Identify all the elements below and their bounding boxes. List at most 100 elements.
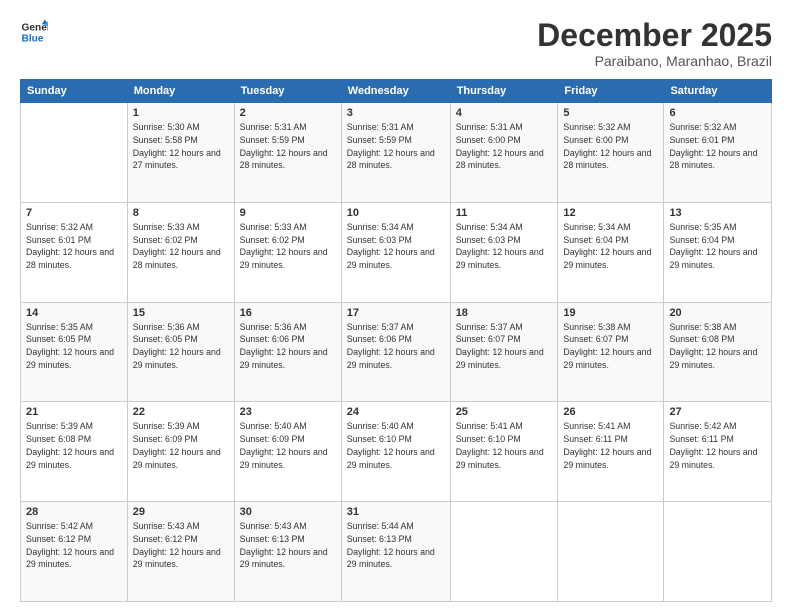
day-info: Sunrise: 5:39 AM Sunset: 6:09 PM Dayligh… xyxy=(133,420,229,471)
day-cell: 4 Sunrise: 5:31 AM Sunset: 6:00 PM Daylig… xyxy=(450,103,558,203)
day-number: 19 xyxy=(563,307,658,319)
day-cell: 18Sunrise: 5:37 AM Sunset: 6:07 PM Dayli… xyxy=(450,302,558,402)
day-info: Sunrise: 5:33 AM Sunset: 6:02 PM Dayligh… xyxy=(240,221,336,272)
day-number: 2 xyxy=(240,107,336,119)
day-cell: 28 Sunrise: 5:42 AM Sunset: 6:12 PM Dayli… xyxy=(21,502,128,602)
day-info: Sunrise: 5:42 AM Sunset: 6:11 PM Dayligh… xyxy=(669,420,766,471)
day-cell xyxy=(450,502,558,602)
day-cell: 20Sunrise: 5:38 AM Sunset: 6:08 PM Dayli… xyxy=(664,302,772,402)
svg-text:Blue: Blue xyxy=(22,33,44,44)
weekday-saturday: Saturday xyxy=(664,80,772,103)
day-number: 23 xyxy=(240,406,336,418)
day-info: Sunrise: 5:31 AM Sunset: 6:00 PM Dayligh… xyxy=(456,121,553,172)
day-number: 26 xyxy=(563,406,658,418)
day-number: 16 xyxy=(240,307,336,319)
day-number: 3 xyxy=(347,107,445,119)
day-info: Sunrise: 5:41 AM Sunset: 6:10 PM Dayligh… xyxy=(456,420,553,471)
day-cell: 3 Sunrise: 5:31 AM Sunset: 5:59 PM Daylig… xyxy=(341,103,450,203)
day-number: 6 xyxy=(669,107,766,119)
day-number: 31 xyxy=(347,506,445,518)
day-info: Sunrise: 5:37 AM Sunset: 6:06 PM Dayligh… xyxy=(347,321,445,372)
day-info: Sunrise: 5:34 AM Sunset: 6:03 PM Dayligh… xyxy=(456,221,553,272)
day-info: Sunrise: 5:43 AM Sunset: 6:13 PM Dayligh… xyxy=(240,520,336,571)
day-cell xyxy=(664,502,772,602)
day-cell: 16 Sunrise: 5:36 AM Sunset: 6:06 PM Dayli… xyxy=(234,302,341,402)
weekday-monday: Monday xyxy=(127,80,234,103)
day-info: Sunrise: 5:35 AM Sunset: 6:05 PM Dayligh… xyxy=(26,321,122,372)
day-info: Sunrise: 5:38 AM Sunset: 6:07 PM Dayligh… xyxy=(563,321,658,372)
logo-icon: General Blue xyxy=(20,18,48,46)
day-number: 22 xyxy=(133,406,229,418)
day-cell xyxy=(558,502,664,602)
day-info: Sunrise: 5:36 AM Sunset: 6:05 PM Dayligh… xyxy=(133,321,229,372)
day-number: 18 xyxy=(456,307,553,319)
weekday-friday: Friday xyxy=(558,80,664,103)
weekday-thursday: Thursday xyxy=(450,80,558,103)
logo: General Blue xyxy=(20,18,48,46)
day-info: Sunrise: 5:32 AM Sunset: 6:01 PM Dayligh… xyxy=(26,221,122,272)
weekday-sunday: Sunday xyxy=(21,80,128,103)
week-row-4: 21 Sunrise: 5:39 AM Sunset: 6:08 PM Dayli… xyxy=(21,402,772,502)
day-cell: 31 Sunrise: 5:44 AM Sunset: 6:13 PM Dayli… xyxy=(341,502,450,602)
day-cell: 15 Sunrise: 5:36 AM Sunset: 6:05 PM Dayli… xyxy=(127,302,234,402)
day-cell: 19 Sunrise: 5:38 AM Sunset: 6:07 PM Dayli… xyxy=(558,302,664,402)
day-cell: 11Sunrise: 5:34 AM Sunset: 6:03 PM Dayli… xyxy=(450,202,558,302)
day-number: 21 xyxy=(26,406,122,418)
location-subtitle: Paraibano, Maranhao, Brazil xyxy=(537,53,772,69)
day-info: Sunrise: 5:34 AM Sunset: 6:04 PM Dayligh… xyxy=(563,221,658,272)
title-block: December 2025 Paraibano, Maranhao, Brazi… xyxy=(537,18,772,69)
calendar-table: SundayMondayTuesdayWednesdayThursdayFrid… xyxy=(20,79,772,602)
week-row-3: 14 Sunrise: 5:35 AM Sunset: 6:05 PM Dayli… xyxy=(21,302,772,402)
day-number: 4 xyxy=(456,107,553,119)
day-cell: 26Sunrise: 5:41 AM Sunset: 6:11 PM Dayli… xyxy=(558,402,664,502)
day-number: 8 xyxy=(133,207,229,219)
day-number: 1 xyxy=(133,107,229,119)
header: General Blue December 2025 Paraibano, Ma… xyxy=(20,18,772,69)
week-row-1: 1 Sunrise: 5:30 AM Sunset: 5:58 PM Daylig… xyxy=(21,103,772,203)
weekday-tuesday: Tuesday xyxy=(234,80,341,103)
day-cell: 12 Sunrise: 5:34 AM Sunset: 6:04 PM Dayli… xyxy=(558,202,664,302)
day-number: 15 xyxy=(133,307,229,319)
day-info: Sunrise: 5:31 AM Sunset: 5:59 PM Dayligh… xyxy=(240,121,336,172)
day-info: Sunrise: 5:42 AM Sunset: 6:12 PM Dayligh… xyxy=(26,520,122,571)
day-cell: 24Sunrise: 5:40 AM Sunset: 6:10 PM Dayli… xyxy=(341,402,450,502)
day-number: 13 xyxy=(669,207,766,219)
day-info: Sunrise: 5:35 AM Sunset: 6:04 PM Dayligh… xyxy=(669,221,766,272)
day-info: Sunrise: 5:44 AM Sunset: 6:13 PM Dayligh… xyxy=(347,520,445,571)
day-info: Sunrise: 5:34 AM Sunset: 6:03 PM Dayligh… xyxy=(347,221,445,272)
day-info: Sunrise: 5:31 AM Sunset: 5:59 PM Dayligh… xyxy=(347,121,445,172)
day-number: 14 xyxy=(26,307,122,319)
day-info: Sunrise: 5:36 AM Sunset: 6:06 PM Dayligh… xyxy=(240,321,336,372)
day-cell: 7 Sunrise: 5:32 AM Sunset: 6:01 PM Daylig… xyxy=(21,202,128,302)
day-number: 29 xyxy=(133,506,229,518)
week-row-5: 28 Sunrise: 5:42 AM Sunset: 6:12 PM Dayli… xyxy=(21,502,772,602)
day-info: Sunrise: 5:39 AM Sunset: 6:08 PM Dayligh… xyxy=(26,420,122,471)
day-cell: 17 Sunrise: 5:37 AM Sunset: 6:06 PM Dayli… xyxy=(341,302,450,402)
day-cell: 2 Sunrise: 5:31 AM Sunset: 5:59 PM Daylig… xyxy=(234,103,341,203)
day-number: 5 xyxy=(563,107,658,119)
day-cell: 5 Sunrise: 5:32 AM Sunset: 6:00 PM Daylig… xyxy=(558,103,664,203)
day-info: Sunrise: 5:33 AM Sunset: 6:02 PM Dayligh… xyxy=(133,221,229,272)
day-cell: 1 Sunrise: 5:30 AM Sunset: 5:58 PM Daylig… xyxy=(127,103,234,203)
weekday-header-row: SundayMondayTuesdayWednesdayThursdayFrid… xyxy=(21,80,772,103)
day-info: Sunrise: 5:43 AM Sunset: 6:12 PM Dayligh… xyxy=(133,520,229,571)
day-number: 10 xyxy=(347,207,445,219)
day-info: Sunrise: 5:32 AM Sunset: 6:00 PM Dayligh… xyxy=(563,121,658,172)
day-number: 24 xyxy=(347,406,445,418)
day-number: 7 xyxy=(26,207,122,219)
day-cell: 30 Sunrise: 5:43 AM Sunset: 6:13 PM Dayli… xyxy=(234,502,341,602)
day-cell: 27Sunrise: 5:42 AM Sunset: 6:11 PM Dayli… xyxy=(664,402,772,502)
day-number: 12 xyxy=(563,207,658,219)
day-cell: 25Sunrise: 5:41 AM Sunset: 6:10 PM Dayli… xyxy=(450,402,558,502)
day-number: 28 xyxy=(26,506,122,518)
day-number: 30 xyxy=(240,506,336,518)
day-number: 17 xyxy=(347,307,445,319)
day-cell: 14 Sunrise: 5:35 AM Sunset: 6:05 PM Dayli… xyxy=(21,302,128,402)
day-info: Sunrise: 5:32 AM Sunset: 6:01 PM Dayligh… xyxy=(669,121,766,172)
day-number: 20 xyxy=(669,307,766,319)
day-cell: 21 Sunrise: 5:39 AM Sunset: 6:08 PM Dayli… xyxy=(21,402,128,502)
day-info: Sunrise: 5:30 AM Sunset: 5:58 PM Dayligh… xyxy=(133,121,229,172)
page: General Blue December 2025 Paraibano, Ma… xyxy=(0,0,792,612)
month-title: December 2025 xyxy=(537,18,772,53)
day-cell: 13 Sunrise: 5:35 AM Sunset: 6:04 PM Dayli… xyxy=(664,202,772,302)
